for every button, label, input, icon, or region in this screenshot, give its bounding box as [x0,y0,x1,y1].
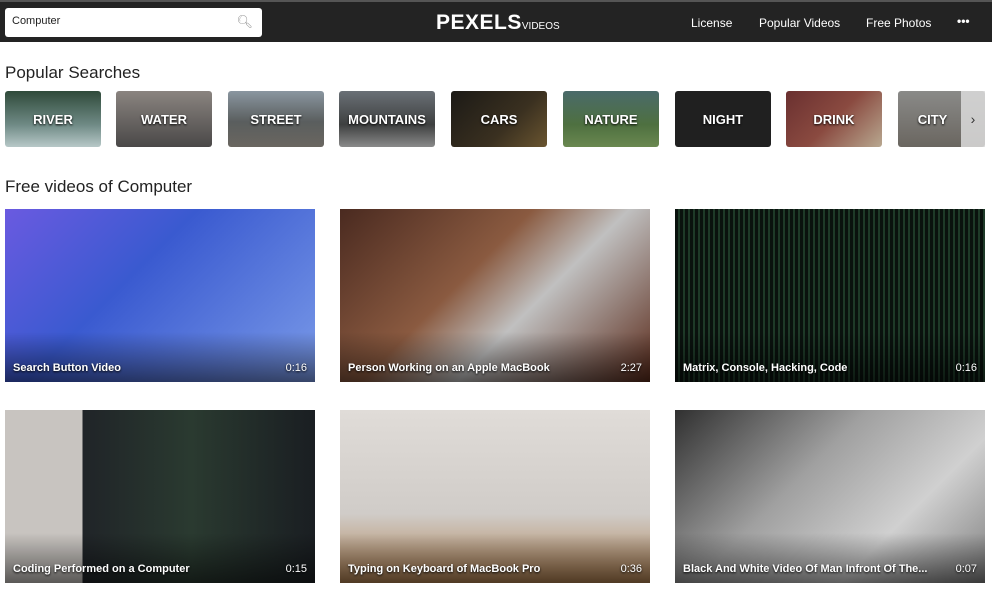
video-card[interactable]: Matrix, Console, Hacking, Code 0:16 [675,209,985,382]
top-bar: 🔍︎ PEXELSVIDEOS License Popular Videos F… [0,0,992,42]
tile-drink[interactable]: DRINK [786,91,882,147]
nav-license[interactable]: License [691,16,732,30]
nav-popular-videos[interactable]: Popular Videos [759,16,840,30]
nav-free-photos[interactable]: Free Photos [866,16,931,30]
video-card[interactable]: Coding Performed on a Computer 0:15 [5,410,315,583]
tile-river[interactable]: RIVER [5,91,101,147]
search-input[interactable] [12,15,232,27]
tile-cars[interactable]: CARS [451,91,547,147]
video-duration: 0:07 [955,563,977,575]
video-title: Search Button Video [13,362,121,374]
video-duration: 0:16 [955,362,977,374]
tile-night[interactable]: NIGHT [675,91,771,147]
logo-text: PEXELS [436,11,522,34]
tile-water[interactable]: WATER [116,91,212,147]
search-icon[interactable]: 🔍︎ [236,14,253,30]
tile-nature[interactable]: NATURE [563,91,659,147]
more-icon[interactable]: ••• [957,14,970,28]
video-duration: 0:16 [285,362,307,374]
search-box[interactable]: 🔍︎ [5,8,262,37]
free-videos-title: Free videos of Computer [5,177,193,196]
logo-sub: VIDEOS [521,21,560,32]
video-card[interactable]: Typing on Keyboard of MacBook Pro 0:36 [340,410,650,583]
tile-street[interactable]: STREET [228,91,324,147]
video-title: Matrix, Console, Hacking, Code [683,362,848,374]
tile-city-label: CITY [917,111,948,127]
logo[interactable]: PEXELSVIDEOS [436,11,560,35]
video-title: Coding Performed on a Computer [13,563,190,575]
popular-searches-title: Popular Searches [5,63,141,82]
video-title: Person Working on an Apple MacBook [348,362,550,374]
video-card[interactable]: Search Button Video 0:16 [5,209,315,382]
video-duration: 2:27 [620,362,642,374]
video-title: Black And White Video Of Man Infront Of … [683,563,928,575]
tile-mountains[interactable]: MOUNTAINS [339,91,435,147]
video-title: Typing on Keyboard of MacBook Pro [348,563,541,575]
next-arrow-icon[interactable]: › [961,91,985,147]
video-card[interactable]: Black And White Video Of Man Infront Of … [675,410,985,583]
video-duration: 0:36 [620,563,642,575]
video-duration: 0:15 [285,563,307,575]
video-card[interactable]: Person Working on an Apple MacBook 2:27 [340,209,650,382]
